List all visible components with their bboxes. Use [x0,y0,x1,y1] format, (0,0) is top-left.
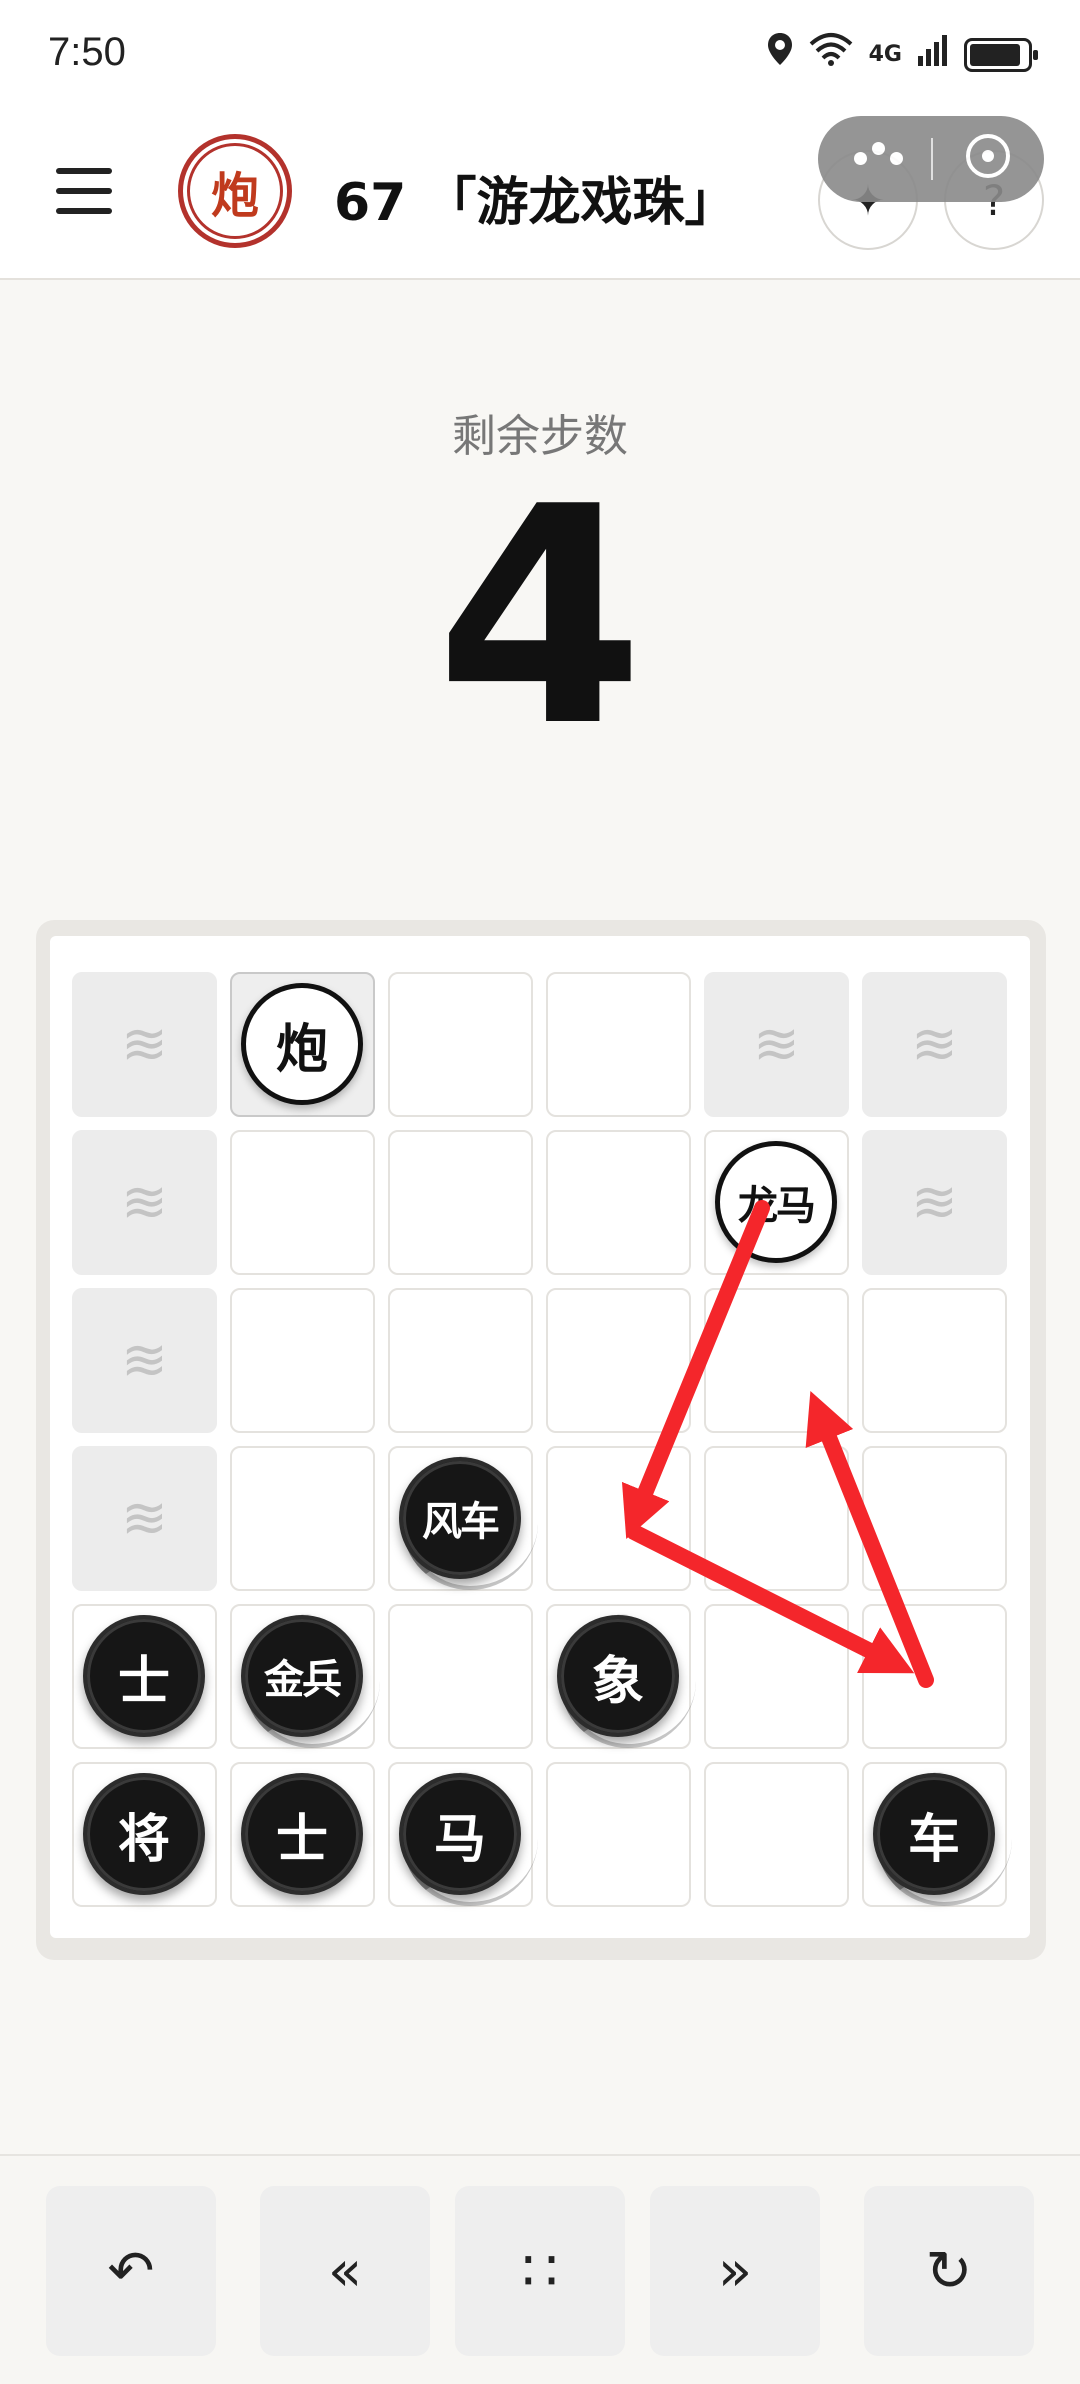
location-icon [767,30,793,80]
board-cell[interactable] [230,1288,375,1433]
wifi-icon [809,30,853,80]
piece-label: 士 [117,1650,170,1712]
status-time: 7:50 [48,30,126,74]
board-cell[interactable] [862,1604,1007,1749]
black-piece[interactable]: 车 [873,1773,995,1895]
board-cell[interactable] [388,1130,533,1275]
logo-char: 炮 [187,143,283,239]
game-board: ≋ ≋ ≋ ≋ ≋ ≋ ≋ 炮龙马 风车士金兵象将士马车 [50,936,1030,1938]
board-cell[interactable] [704,1604,849,1749]
piece-label: 士 [275,1808,328,1870]
undo-icon: ↶ [107,2238,155,2304]
battery-icon [964,38,1038,72]
black-piece[interactable]: 士 [83,1615,205,1737]
capsule-more-icon[interactable] [854,142,904,178]
menu-icon[interactable] [56,168,116,218]
water-icon: ≋ [121,1486,168,1551]
restart-icon: ↻ [925,2238,973,2304]
water-icon: ≋ [121,1328,168,1393]
black-piece[interactable]: 将 [83,1773,205,1895]
piece-label: 将 [117,1808,170,1870]
black-piece[interactable]: 金兵 [241,1615,363,1737]
piece-label: 象 [591,1650,644,1712]
black-piece[interactable]: 象 [557,1615,679,1737]
level-menu-button[interactable]: ∷ [455,2186,625,2356]
prev-icon: « [327,2238,363,2304]
piece-label: 金兵 [264,1656,342,1703]
piece-label: 龙马 [738,1182,816,1229]
prev-level-button[interactable]: « [260,2186,430,2356]
board-cell[interactable] [546,1762,691,1907]
black-piece[interactable]: 士 [241,1773,363,1895]
board-cell[interactable] [388,1288,533,1433]
game-logo: 炮 [178,134,292,248]
app-header: 炮 67 「游龙戏珠」 ✦ ? [0,110,1080,280]
water-icon: ≋ [753,1012,800,1077]
board-cell[interactable] [546,1288,691,1433]
undo-button[interactable]: ↶ [46,2186,216,2356]
steps-value: 4 [435,443,645,792]
board-cell[interactable] [546,1130,691,1275]
board-cell[interactable] [388,1604,533,1749]
water-cell[interactable]: ≋ [704,972,849,1117]
board-cell[interactable] [704,1288,849,1433]
battery-level [970,44,1020,66]
signal-icon [918,30,948,80]
board-cell[interactable] [546,972,691,1117]
piece-label: 炮 [275,1018,328,1080]
board-cell[interactable] [230,1446,375,1591]
piece-label: 马 [433,1808,486,1870]
water-cell[interactable]: ≋ [862,1130,1007,1275]
white-piece[interactable]: 龙马 [715,1141,837,1263]
piece-label: 风车 [422,1498,500,1545]
capsule-divider [931,138,933,180]
next-icon: » [717,2238,753,2304]
water-icon: ≋ [121,1012,168,1077]
restart-button[interactable]: ↻ [864,2186,1034,2356]
black-piece[interactable]: 风车 [399,1457,521,1579]
bottom-toolbar: ↶ « ∷ » ↻ [0,2154,1080,2384]
network-type: 4G [868,42,902,67]
board-cell[interactable] [862,1446,1007,1591]
level-title: 67 「游龙戏珠」 [334,173,737,233]
black-piece[interactable]: 马 [399,1773,521,1895]
board-cell[interactable] [546,1446,691,1591]
board-cell[interactable] [704,1762,849,1907]
miniprogram-capsule [818,116,1044,202]
water-icon: ≋ [911,1012,958,1077]
water-cell[interactable]: ≋ [72,972,217,1117]
water-cell[interactable]: ≋ [72,1446,217,1591]
capsule-close-icon[interactable] [966,134,1010,178]
piece-label: 车 [907,1808,960,1870]
status-bar: 7:50 4G [0,0,1080,110]
water-cell[interactable]: ≋ [72,1130,217,1275]
board-cell[interactable] [388,972,533,1117]
water-icon: ≋ [911,1170,958,1235]
next-level-button[interactable]: » [650,2186,820,2356]
water-icon: ≋ [121,1170,168,1235]
board-cell[interactable] [862,1288,1007,1433]
board-cell[interactable] [230,1130,375,1275]
white-piece[interactable]: 炮 [241,983,363,1105]
water-cell[interactable]: ≋ [862,972,1007,1117]
grid-icon: ∷ [522,2238,558,2304]
status-icons: 4G [767,30,1038,80]
board-cell[interactable] [704,1446,849,1591]
water-cell[interactable]: ≋ [72,1288,217,1433]
